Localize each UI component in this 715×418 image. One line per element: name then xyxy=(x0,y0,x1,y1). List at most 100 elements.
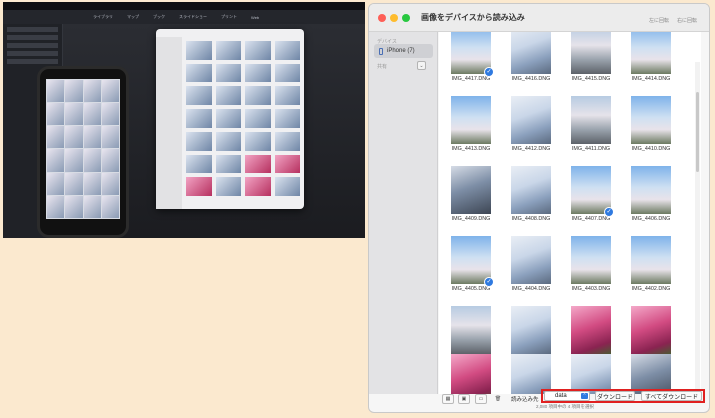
photo-thumbnail[interactable] xyxy=(451,96,491,144)
photo-item[interactable]: ✓ IMG_4407.DNG xyxy=(567,166,615,222)
rotate-controls: 左に回転 右に回転 xyxy=(649,17,697,24)
photo-thumbnail[interactable] xyxy=(631,354,671,394)
import-dialog-window: 画像をデバイスから読み込み 左に回転 右に回転 デバイス iPhone (7) … xyxy=(368,3,710,413)
photo-filename: IMG_4411.DNG xyxy=(571,146,611,152)
thumbnail-size-button[interactable]: ▣ xyxy=(458,394,470,404)
photo-item[interactable]: ✓ IMG_4405.DNG xyxy=(447,236,495,292)
photo-item[interactable] xyxy=(567,354,615,394)
photo-item[interactable]: IMG_4414.DNG xyxy=(627,32,675,82)
photo-thumbnail[interactable] xyxy=(631,306,671,354)
photo-thumbnail[interactable]: ✓ xyxy=(571,166,614,217)
photo-thumbnail[interactable] xyxy=(451,166,491,214)
photo-item[interactable]: IMG_4410.DNG xyxy=(627,96,675,152)
trash-icon[interactable]: 🗑 xyxy=(492,394,504,404)
iphone-icon xyxy=(379,47,383,55)
photo-filename: IMG_4403.DNG xyxy=(571,286,611,292)
toolbar-item: スライドショー xyxy=(179,14,207,19)
photo-thumbnail[interactable] xyxy=(511,96,551,144)
photo-item[interactable]: IMG_4406.DNG xyxy=(627,166,675,222)
checkmark-icon[interactable]: ✓ xyxy=(604,207,614,217)
grid-view-button[interactable]: ▦ xyxy=(442,394,454,404)
photo-item[interactable]: IMG_4416.DNG xyxy=(507,32,555,82)
photo-item[interactable] xyxy=(447,354,495,394)
toolbar-item: Web xyxy=(251,14,260,20)
toolbar-item: マップ xyxy=(127,14,139,19)
photo-filename: IMG_4415.DNG xyxy=(571,76,611,82)
photo-thumbnail[interactable] xyxy=(571,32,611,74)
photo-filename: IMG_4409.DNG xyxy=(451,216,491,222)
toolbar-item: プリント xyxy=(221,14,237,19)
chevron-down-icon: ⌃ xyxy=(581,393,588,399)
photo-filename: IMG_4404.DNG xyxy=(511,286,551,292)
sidebar-heading-shared: 共有 xyxy=(377,64,388,70)
photo-filename: IMG_4410.DNG xyxy=(631,146,671,152)
download-button[interactable]: ダウンロード xyxy=(595,391,635,401)
photo-thumbnail[interactable] xyxy=(631,32,671,74)
titlebar: 画像をデバイスから読み込み 左に回転 右に回転 xyxy=(369,4,709,32)
photo-thumbnail[interactable] xyxy=(511,32,551,74)
photo-item[interactable]: IMG_4415.DNG xyxy=(567,32,615,82)
photo-item[interactable] xyxy=(507,354,555,394)
photo-grid: ✓ IMG_4417.DNG IMG_4416.DNG IMG_4415.DNG IMG… xyxy=(439,32,701,394)
selection-status: 2,080 項目中の 4 項目を選択 xyxy=(536,404,595,409)
photo-filename: IMG_4412.DNG xyxy=(511,146,551,152)
photo-thumbnail[interactable] xyxy=(571,354,611,394)
download-all-button[interactable]: すべてダウンロード xyxy=(641,391,702,401)
photo-item[interactable]: IMG_4402.DNG xyxy=(627,236,675,292)
toolbar-item: ブック xyxy=(153,14,165,19)
photo-filename: IMG_4416.DNG xyxy=(511,76,551,82)
iphone-image xyxy=(37,66,129,238)
close-icon[interactable] xyxy=(378,14,386,22)
photo-thumbnail[interactable] xyxy=(511,236,551,284)
screen-import-dialog xyxy=(156,29,304,209)
zoom-icon[interactable] xyxy=(402,14,410,22)
photo-thumbnail[interactable]: ✓ xyxy=(451,32,494,77)
photo-item[interactable]: IMG_4408.DNG xyxy=(507,166,555,222)
photo-item[interactable]: IMG_4409.DNG xyxy=(447,166,495,222)
photo-item[interactable]: IMG_4411.DNG xyxy=(567,96,615,152)
photo-item[interactable] xyxy=(627,354,675,394)
toolbar-item: ライブラリ xyxy=(93,14,113,19)
photo-filename: IMG_4402.DNG xyxy=(631,286,671,292)
photo-thumbnail[interactable] xyxy=(631,236,671,284)
shared-toggle-button[interactable]: ⌄ xyxy=(417,61,426,70)
photo-item[interactable]: IMG_4413.DNG xyxy=(447,96,495,152)
photo-thumbnail[interactable] xyxy=(451,354,491,394)
photo-filename: IMG_4413.DNG xyxy=(451,146,491,152)
photo-thumbnail[interactable] xyxy=(511,354,551,394)
rotate-right-button[interactable]: 右に回転 xyxy=(677,17,697,24)
destination-value: data xyxy=(555,393,567,399)
desk-photo: ライブラリ マップ ブック スライドショー プリント Web xyxy=(3,2,365,238)
rotate-left-button[interactable]: 左に回転 xyxy=(649,17,669,24)
photo-filename: IMG_4406.DNG xyxy=(631,216,671,222)
photo-thumbnail[interactable] xyxy=(631,96,671,144)
window-title: 画像をデバイスから読み込み xyxy=(421,13,525,22)
sidebar-item-iphone[interactable]: iPhone (7) xyxy=(374,44,433,58)
photo-item[interactable]: IMG_4412.DNG xyxy=(507,96,555,152)
photo-item[interactable]: ✓ IMG_4417.DNG xyxy=(447,32,495,82)
photo-thumbnail[interactable] xyxy=(511,306,551,354)
sidebar-item-label: iPhone (7) xyxy=(387,48,415,54)
photo-thumbnail[interactable] xyxy=(571,96,611,144)
minimize-icon[interactable] xyxy=(390,14,398,22)
photo-thumbnail[interactable] xyxy=(631,166,671,214)
photo-thumbnail[interactable] xyxy=(511,166,551,214)
checkmark-icon[interactable]: ✓ xyxy=(484,277,494,287)
photo-thumbnail[interactable] xyxy=(571,306,611,354)
photo-thumbnail[interactable]: ✓ xyxy=(451,236,494,287)
screen-toolbar: ライブラリ マップ ブック スライドショー プリント Web xyxy=(3,10,365,24)
checkmark-icon[interactable]: ✓ xyxy=(484,67,494,77)
photo-item[interactable]: IMG_4404.DNG xyxy=(507,236,555,292)
import-folder-button[interactable]: ▭ xyxy=(475,394,487,404)
photo-filename: IMG_4408.DNG xyxy=(511,216,551,222)
phone-screen xyxy=(46,79,120,219)
scrollbar-thumb[interactable] xyxy=(696,92,699,172)
photo-thumbnail[interactable] xyxy=(451,306,491,354)
photo-item[interactable]: IMG_4403.DNG xyxy=(567,236,615,292)
screen-menubar xyxy=(3,2,365,10)
photo-thumbnail[interactable] xyxy=(571,236,611,284)
import-destination-label: 読み込み先 xyxy=(511,397,539,403)
scrollbar[interactable] xyxy=(695,62,700,394)
destination-select[interactable]: data ⌃ xyxy=(544,391,590,401)
sidebar: デバイス iPhone (7) 共有 ⌄ xyxy=(369,32,438,394)
